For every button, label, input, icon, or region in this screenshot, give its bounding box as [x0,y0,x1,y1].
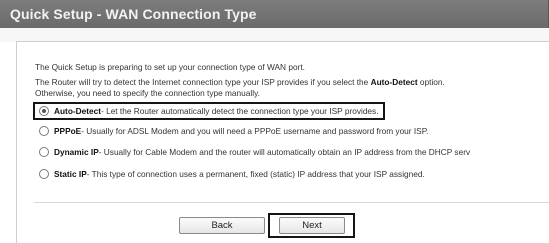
page-title: Quick Setup - WAN Connection Type [10,6,257,22]
option-dynamic-ip[interactable]: Dynamic IP - Usually for Cable Modem and… [35,145,470,159]
button-divider [34,202,549,203]
option-dynamic-ip-desc: - Usually for Cable Modem and the router… [98,147,471,157]
radio-static-ip[interactable] [39,169,49,179]
quick-setup-window: Quick Setup - WAN Connection Type The Qu… [0,0,549,243]
intro-line-1: The Quick Setup is preparing to set up y… [35,62,305,72]
option-auto-detect[interactable]: Auto-Detect - Let the Router automatical… [33,102,385,120]
intro-line-2-bold: Auto-Detect [370,77,418,87]
next-button[interactable]: Next [279,217,345,234]
radio-pppoe[interactable] [39,126,49,136]
intro-line-2-end: option. [417,77,445,87]
option-pppoe[interactable]: PPPoE - Usually for ADSL Modem and you w… [35,124,428,138]
option-static-ip[interactable]: Static IP - This type of connection uses… [35,167,425,181]
option-auto-detect-desc: - Let the Router automatically detect th… [101,106,379,116]
option-pppoe-desc: - Usually for ADSL Modem and you will ne… [81,126,429,136]
option-static-ip-name: Static IP [54,169,87,179]
title-bar: Quick Setup - WAN Connection Type [0,0,549,28]
option-auto-detect-name: Auto-Detect [54,106,102,116]
intro-line-2: The Router will try to detect the Intern… [35,77,445,87]
back-button[interactable]: Back [179,217,265,234]
option-static-ip-desc: - This type of connection uses a permane… [86,169,425,179]
title-band [0,28,549,42]
radio-dynamic-ip[interactable] [39,147,49,157]
option-dynamic-ip-name: Dynamic IP [54,147,99,157]
option-pppoe-name: PPPoE [54,126,82,136]
intro-line-3: Otherwise, you need to specify the conne… [35,88,260,98]
intro-line-2-start: The Router will try to detect the Intern… [35,77,371,87]
radio-auto-detect[interactable] [39,106,49,116]
